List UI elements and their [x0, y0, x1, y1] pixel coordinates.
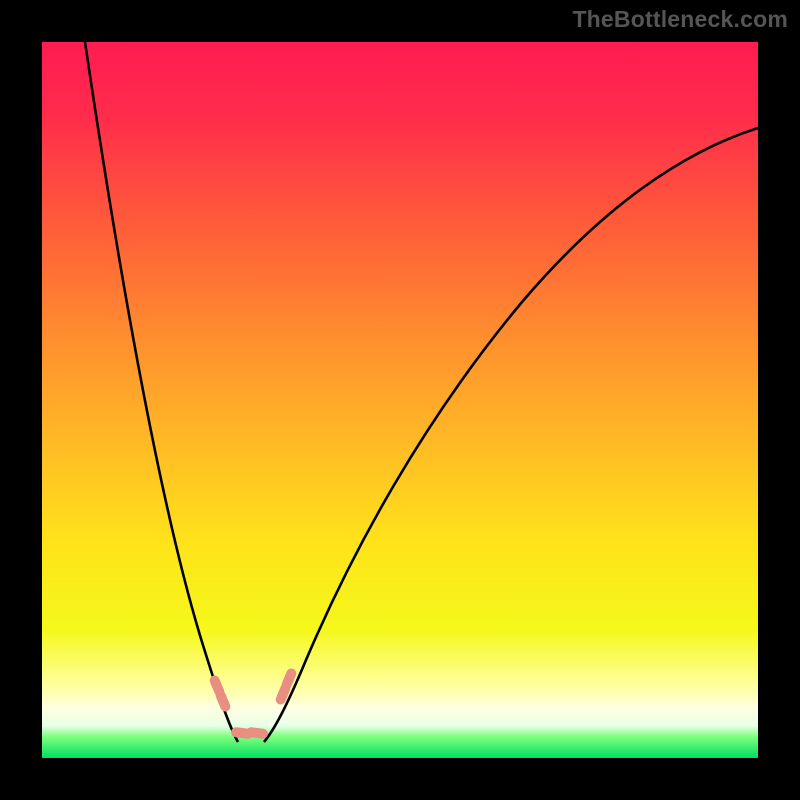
curve-right-arm — [264, 128, 758, 742]
curve-left-arm — [85, 42, 238, 742]
watermark-text: TheBottleneck.com — [572, 6, 788, 33]
curve-svg — [42, 42, 758, 758]
chart-frame: TheBottleneck.com — [0, 0, 800, 800]
plot-area — [42, 42, 758, 758]
